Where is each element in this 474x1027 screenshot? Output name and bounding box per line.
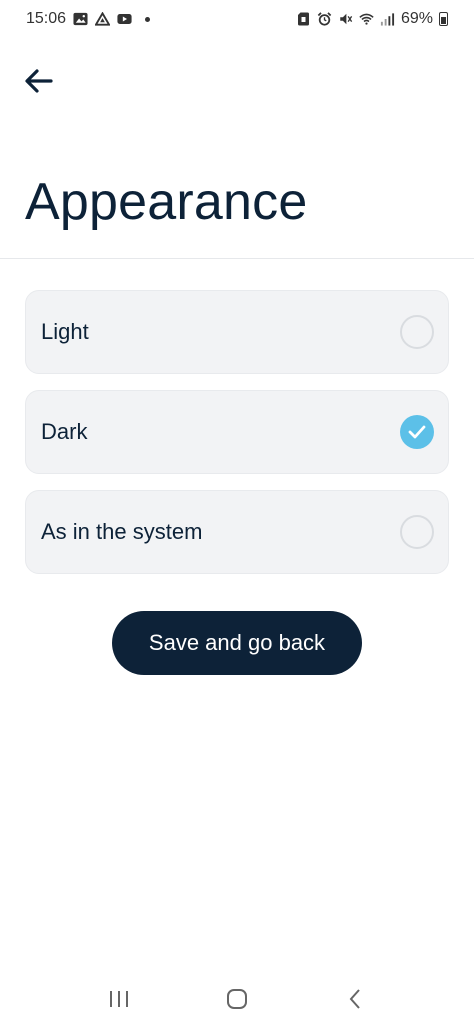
mute-icon [340,13,353,25]
checkmark-icon [408,425,426,439]
back-nav-button[interactable] [335,979,375,1019]
page-title: Appearance [25,173,308,231]
signal-icon [380,13,395,26]
status-left: 15:06 [26,10,151,28]
option-system[interactable]: As in the system [25,490,449,574]
option-label: Light [41,319,89,344]
home-icon [227,988,247,1009]
option-label: As in the system [41,519,203,544]
back-button[interactable] [22,64,56,98]
wifi-icon [359,13,374,25]
gallery-icon [73,12,88,26]
recent-apps-button[interactable] [99,979,139,1019]
appearance-options: Light Dark As in the system [25,290,449,590]
notification-dot-icon [145,16,151,22]
status-bar: 15:06 69% [0,0,474,38]
radio-unchecked-icon[interactable] [400,315,434,349]
chevron-left-icon [349,988,360,1009]
sim-icon [297,12,309,26]
status-time: 15:06 [26,10,67,27]
status-right: 69% [296,10,448,28]
radio-unchecked-icon[interactable] [400,515,434,549]
drive-icon [95,12,111,26]
youtube-icon [117,14,132,24]
alarm-icon [317,12,332,26]
option-light[interactable]: Light [25,290,449,374]
save-and-go-back-button[interactable]: Save and go back [112,611,362,675]
header-divider [0,258,474,259]
arrow-left-icon [25,69,53,93]
option-label: Dark [41,419,88,444]
recent-apps-icon [110,990,128,1007]
radio-checked-icon[interactable] [400,415,434,449]
battery-icon [439,12,448,26]
battery-percent: 69% [400,10,433,27]
home-button[interactable] [217,979,257,1019]
option-dark[interactable]: Dark [25,390,449,474]
navigation-bar [0,970,474,1027]
